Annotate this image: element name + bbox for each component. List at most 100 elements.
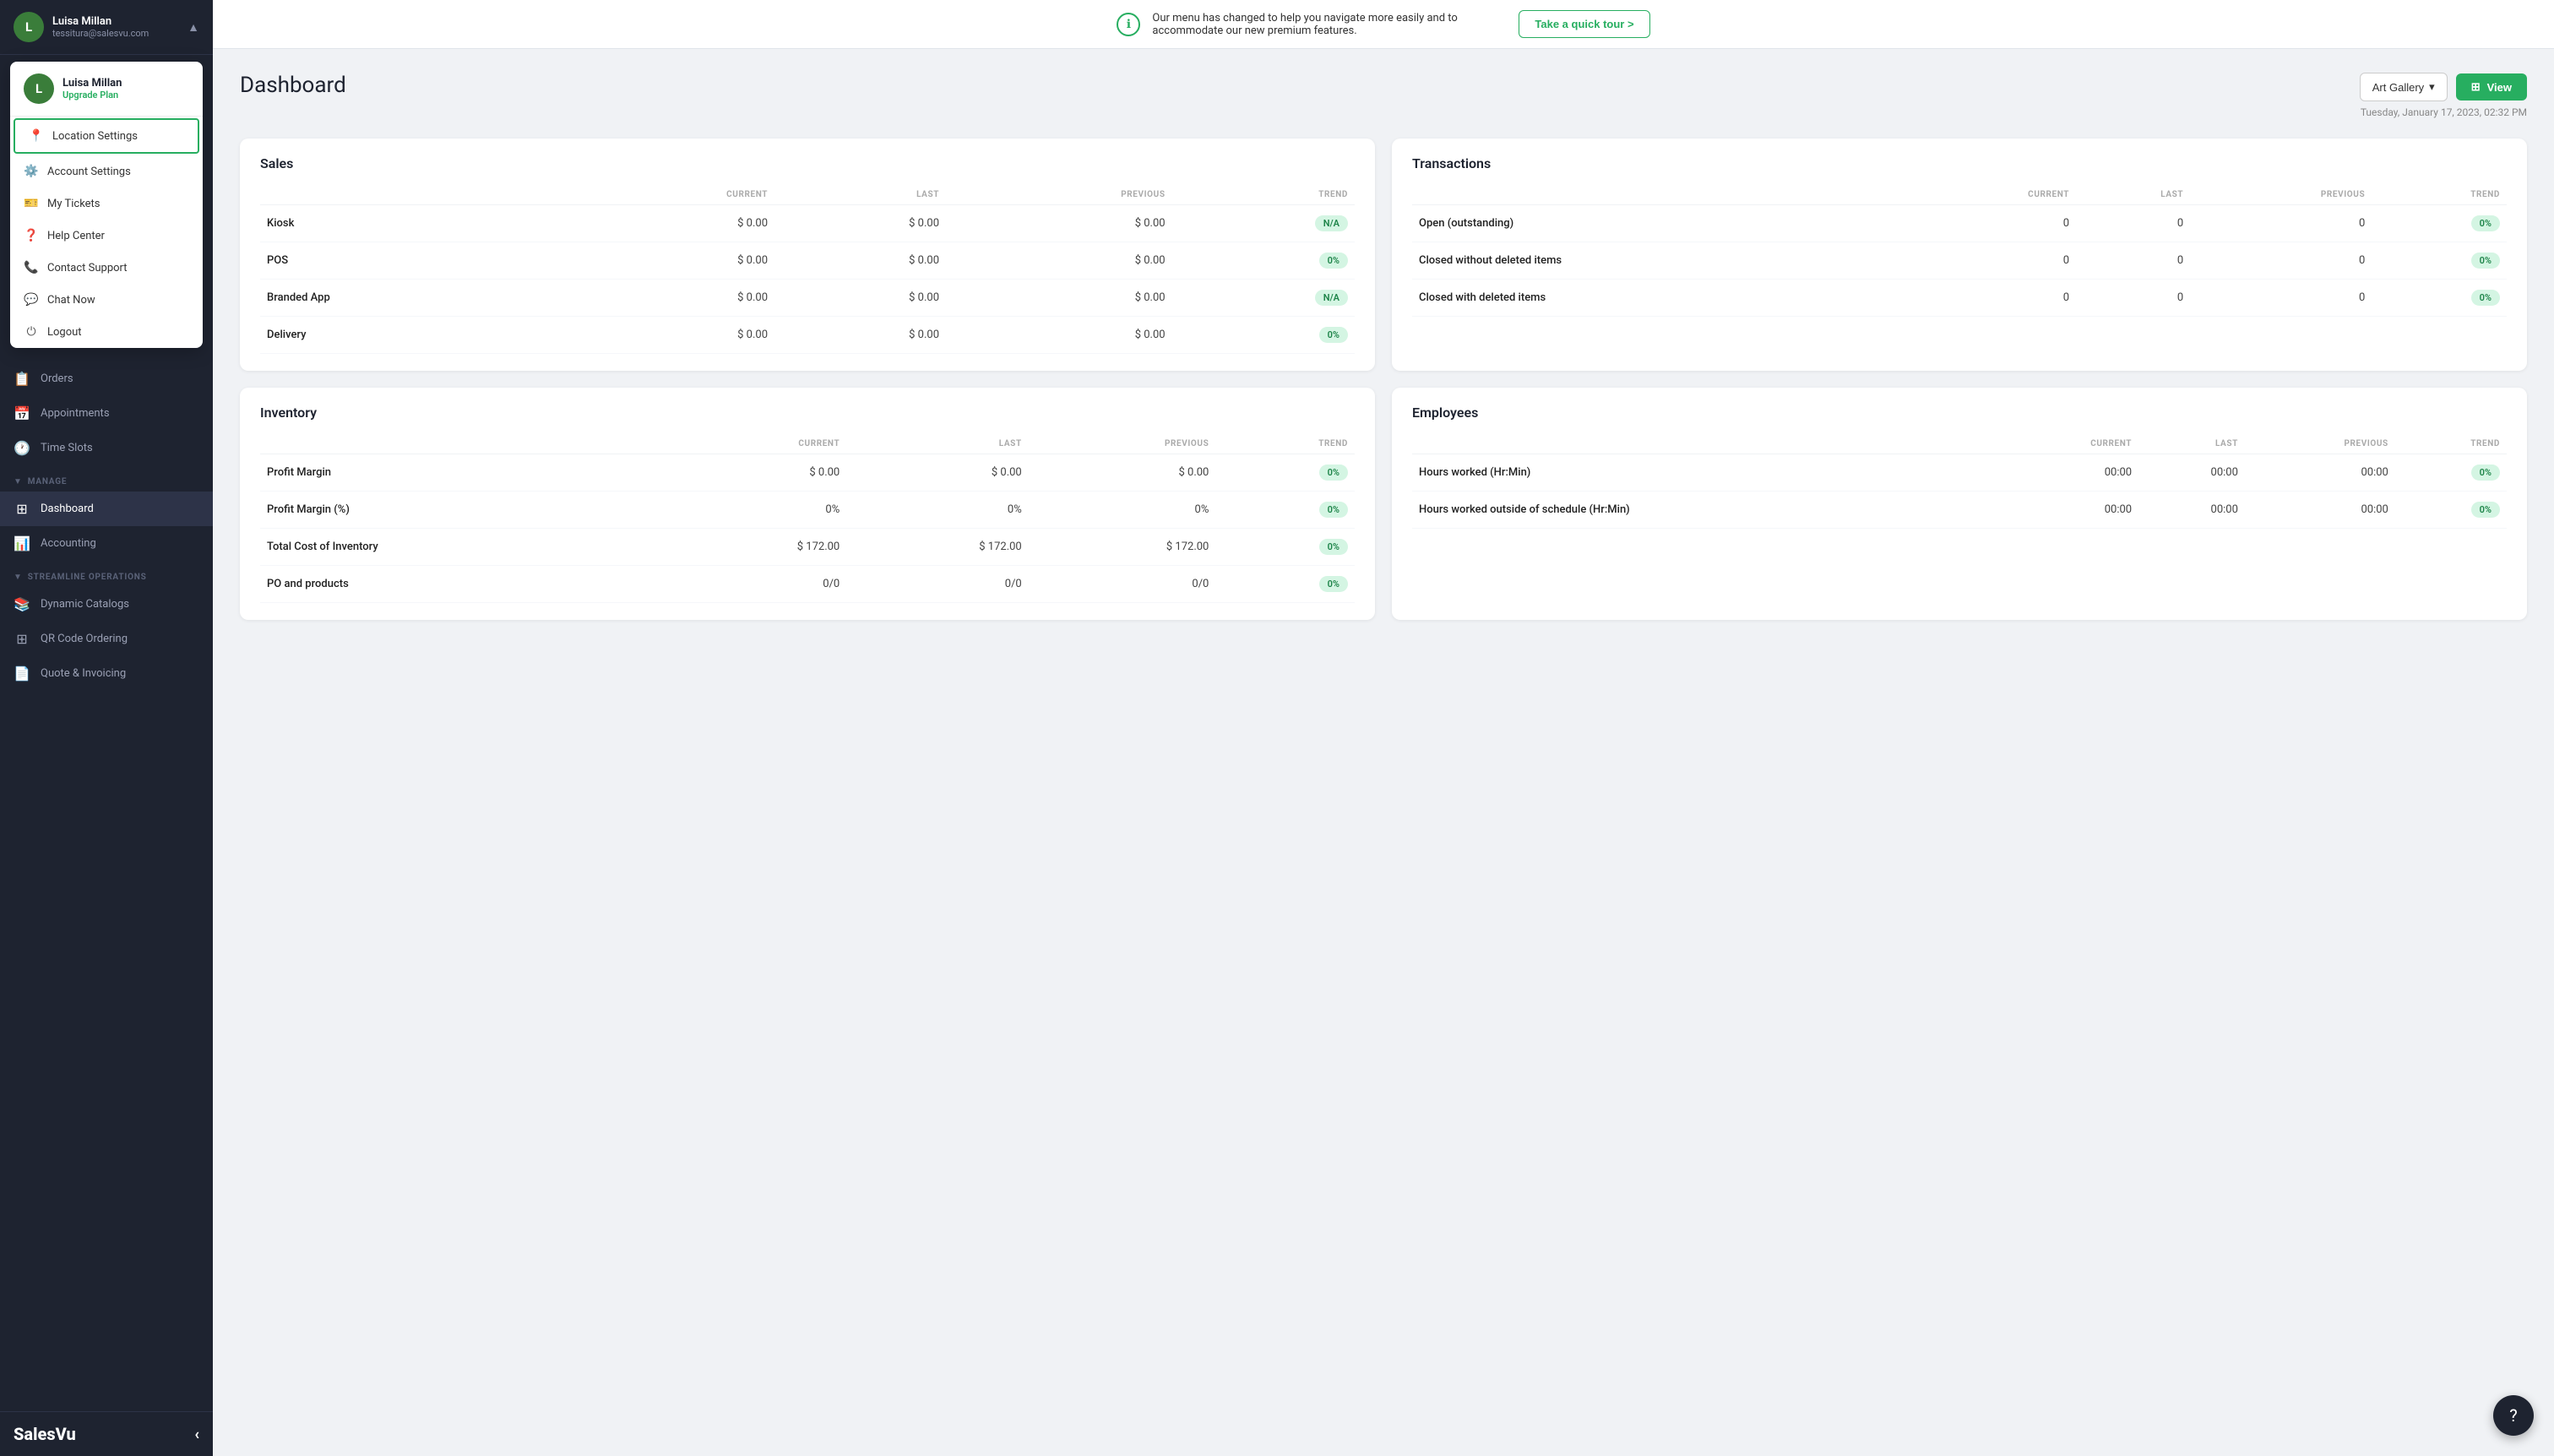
art-gallery-label: Art Gallery	[2372, 81, 2424, 94]
sales-card-title: Sales	[260, 155, 1355, 171]
trans-col-previous: PREVIOUS	[2190, 185, 2372, 205]
dropdown-item-account-settings[interactable]: ⚙️ Account Settings	[10, 155, 203, 187]
row-last: $ 0.00	[846, 454, 1029, 492]
dropdown-item-logout[interactable]: ⏻ Logout	[10, 316, 203, 348]
row-current: 00:00	[1996, 492, 2138, 529]
sidebar-label-time-slots: Time Slots	[41, 442, 93, 454]
transactions-table-header-row: CURRENT LAST PREVIOUS TREND	[1412, 185, 2507, 205]
row-trend: 0%	[1215, 566, 1355, 603]
inventory-card-title: Inventory	[260, 405, 1355, 421]
take-quick-tour-button[interactable]: Take a quick tour >	[1519, 10, 1649, 38]
row-previous: 0	[2190, 280, 2372, 317]
sidebar-item-dynamic-catalogs[interactable]: 📚 Dynamic Catalogs	[0, 587, 213, 622]
dropdown-user-info: Luisa Millan Upgrade Plan	[62, 77, 122, 101]
help-center-icon: ❓	[24, 229, 39, 242]
manage-section-label: ▼ MANAGE	[0, 465, 213, 492]
row-label: Closed with deleted items	[1412, 280, 1904, 317]
row-last: 00:00	[2138, 492, 2245, 529]
user-dropdown-menu: L Luisa Millan Upgrade Plan 📍 Location S…	[10, 62, 203, 348]
row-current: 0	[1904, 242, 2076, 280]
dropdown-label-my-tickets: My Tickets	[47, 198, 101, 210]
inv-col-current: CURRENT	[665, 434, 847, 454]
row-last: $ 0.00	[774, 242, 946, 280]
inv-col-trend: TREND	[1215, 434, 1355, 454]
row-trend: 0%	[2395, 492, 2507, 529]
row-trend: 0%	[2372, 280, 2507, 317]
chat-now-icon: 💬	[24, 293, 39, 307]
row-trend: 0%	[1215, 529, 1355, 566]
row-current: 00:00	[1996, 454, 2138, 492]
row-previous: $ 0.00	[1029, 454, 1216, 492]
table-row: POS $ 0.00 $ 0.00 $ 0.00 0%	[260, 242, 1355, 280]
emp-col-current: CURRENT	[1996, 434, 2138, 454]
row-trend: 0%	[2372, 205, 2507, 242]
dropdown-upgrade-label[interactable]: Upgrade Plan	[62, 90, 122, 101]
sidebar-item-qr-code-ordering[interactable]: ⊞ QR Code Ordering	[0, 622, 213, 656]
row-previous: 0/0	[1029, 566, 1216, 603]
sidebar-avatar: L	[14, 12, 44, 42]
sales-col-last: LAST	[774, 185, 946, 205]
row-previous: 0	[2190, 242, 2372, 280]
dropdown-item-my-tickets[interactable]: 🎫 My Tickets	[10, 187, 203, 220]
sidebar-item-appointments[interactable]: 📅 Appointments	[0, 396, 213, 431]
quote-invoicing-icon: 📄	[14, 666, 30, 682]
dropdown-item-help-center[interactable]: ❓ Help Center	[10, 220, 203, 252]
sidebar-item-accounting[interactable]: 📊 Accounting	[0, 526, 213, 561]
row-last: $ 0.00	[774, 205, 946, 242]
info-icon: ℹ	[1117, 13, 1140, 36]
inventory-table-header-row: CURRENT LAST PREVIOUS TREND	[260, 434, 1355, 454]
table-row: Profit Margin (%) 0% 0% 0% 0%	[260, 492, 1355, 529]
row-current: 0%	[665, 492, 847, 529]
sidebar-label-accounting: Accounting	[41, 537, 96, 550]
row-trend: 0%	[2395, 454, 2507, 492]
table-row: Hours worked outside of schedule (Hr:Min…	[1412, 492, 2507, 529]
dashboard-date: Tuesday, January 17, 2023, 02:32 PM	[2361, 106, 2527, 118]
employees-table: CURRENT LAST PREVIOUS TREND Hours worked…	[1412, 434, 2507, 529]
sidebar-user-info: L Luisa Millan tessitura@salesvu.com	[14, 12, 149, 42]
sidebar-item-orders[interactable]: 📋 Orders	[0, 361, 213, 396]
dropdown-label-chat-now: Chat Now	[47, 294, 95, 307]
table-row: Branded App $ 0.00 $ 0.00 $ 0.00 N/A	[260, 280, 1355, 317]
dropdown-item-chat-now[interactable]: 💬 Chat Now	[10, 284, 203, 316]
logout-icon: ⏻	[24, 325, 39, 339]
accounting-icon: 📊	[14, 535, 30, 551]
table-row: Delivery $ 0.00 $ 0.00 $ 0.00 0%	[260, 317, 1355, 354]
sidebar-collapse-icon[interactable]: ▲	[187, 20, 199, 35]
row-previous: $ 0.00	[946, 317, 1172, 354]
top-banner: ℹ Our menu has changed to help you navig…	[213, 0, 2554, 49]
row-trend: 0%	[1215, 454, 1355, 492]
view-button[interactable]: ⊞ View	[2456, 73, 2527, 101]
sidebar-collapse-arrow[interactable]: ‹	[194, 1426, 199, 1443]
dropdown-label-help-center: Help Center	[47, 230, 105, 242]
sidebar-item-time-slots[interactable]: 🕐 Time Slots	[0, 431, 213, 465]
dropdown-item-location-settings[interactable]: 📍 Location Settings	[14, 118, 199, 154]
emp-col-trend: TREND	[2395, 434, 2507, 454]
row-last: 0	[2076, 280, 2190, 317]
sales-col-current: CURRENT	[560, 185, 774, 205]
row-trend: 0%	[1172, 242, 1355, 280]
help-button[interactable]: ?	[2493, 1395, 2534, 1436]
orders-icon: 📋	[14, 371, 30, 387]
dashboard-area: Dashboard Art Gallery ▾ ⊞ View Tuesday, …	[213, 49, 2554, 1456]
row-trend: N/A	[1172, 280, 1355, 317]
sidebar-item-quote-invoicing[interactable]: 📄 Quote & Invoicing	[0, 656, 213, 691]
row-last: $ 0.00	[774, 317, 946, 354]
row-label: POS	[260, 242, 560, 280]
transactions-card: Transactions CURRENT LAST PREVIOUS TREND…	[1392, 139, 2527, 371]
trans-col-trend: TREND	[2372, 185, 2507, 205]
row-last: 0%	[846, 492, 1029, 529]
row-label: Branded App	[260, 280, 560, 317]
row-previous: 0	[2190, 205, 2372, 242]
sidebar-label-quote-invoicing: Quote & Invoicing	[41, 667, 126, 680]
dashboard-header: Dashboard Art Gallery ▾ ⊞ View Tuesday, …	[240, 73, 2527, 118]
art-gallery-button[interactable]: Art Gallery ▾	[2360, 73, 2448, 101]
header-actions: Art Gallery ▾ ⊞ View	[2360, 73, 2527, 101]
inv-col-previous: PREVIOUS	[1029, 434, 1216, 454]
my-tickets-icon: 🎫	[24, 197, 39, 210]
row-label: Total Cost of Inventory	[260, 529, 665, 566]
dropdown-item-contact-support[interactable]: 📞 Contact Support	[10, 252, 203, 284]
time-slots-icon: 🕐	[14, 440, 30, 456]
chevron-down-icon: ▾	[2429, 80, 2435, 94]
sidebar-item-dashboard[interactable]: ⊞ Dashboard	[0, 492, 213, 526]
emp-col-last: LAST	[2138, 434, 2245, 454]
